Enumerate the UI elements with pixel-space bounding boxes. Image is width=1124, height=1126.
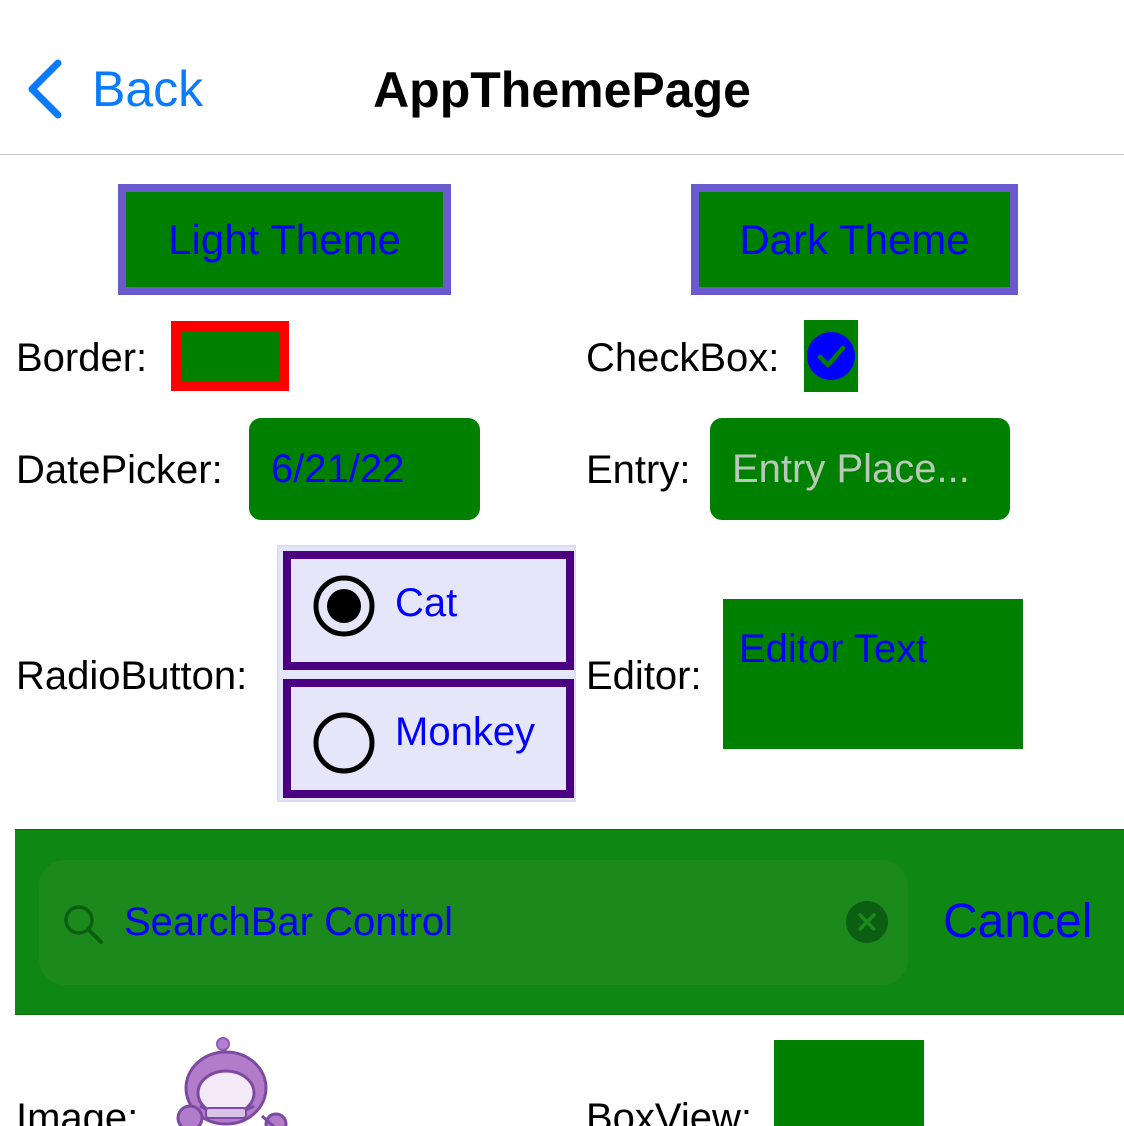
border-sample — [171, 321, 289, 391]
robot-mascot-image — [176, 1037, 288, 1126]
radio-option-monkey[interactable]: Monkey — [283, 679, 574, 798]
checkmark-icon — [807, 332, 855, 380]
checkbox-label: CheckBox: — [586, 336, 780, 380]
datepicker-label: DatePicker: — [16, 448, 223, 492]
page-title: AppThemePage — [373, 62, 751, 118]
radio-option-cat[interactable]: Cat — [283, 551, 574, 670]
border-label: Border: — [16, 336, 148, 380]
editor-label: Editor: — [586, 654, 702, 698]
entry-label: Entry: — [586, 448, 691, 492]
dark-theme-button[interactable]: Dark Theme — [691, 184, 1018, 295]
clear-icon[interactable] — [845, 900, 889, 944]
radio-label-monkey: Monkey — [395, 709, 536, 754]
radio-unselected-icon — [313, 712, 375, 773]
radio-label-cat: Cat — [395, 580, 458, 625]
boxview-label: BoxView: — [586, 1096, 753, 1126]
entry-field[interactable]: Entry Place... — [710, 418, 1010, 520]
search-text: SearchBar Control — [124, 900, 454, 944]
editor[interactable]: Editor Text — [723, 599, 1023, 749]
checkbox[interactable] — [804, 320, 858, 392]
radio-group: Cat Monkey — [277, 545, 576, 802]
search-icon — [64, 905, 103, 944]
search-cancel-button[interactable]: Cancel — [943, 892, 1092, 952]
radiobutton-label: RadioButton: — [16, 654, 248, 698]
datepicker[interactable]: 6/21/22 — [249, 418, 480, 520]
image-label: Image: — [16, 1096, 139, 1126]
navigation-bar: Back AppThemePage — [0, 0, 1124, 155]
search-input[interactable]: SearchBar Control — [39, 860, 908, 985]
app-theme-page: Back AppThemePage Light Theme Dark Theme… — [0, 0, 1124, 1126]
radio-selected-icon — [313, 575, 375, 636]
light-theme-button[interactable]: Light Theme — [118, 184, 451, 295]
searchbar: SearchBar Control Cancel — [15, 829, 1124, 1015]
boxview — [774, 1040, 924, 1126]
